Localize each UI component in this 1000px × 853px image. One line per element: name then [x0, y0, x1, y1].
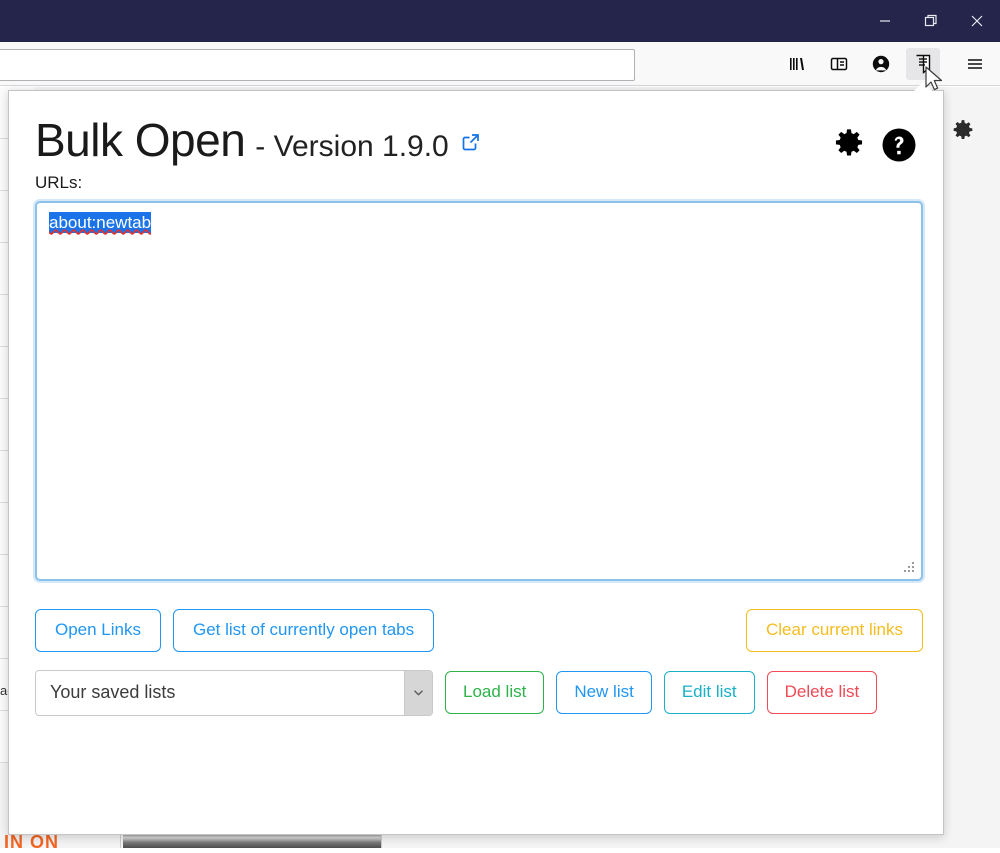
browser-toolbar — [776, 42, 996, 86]
clear-current-links-button[interactable]: Clear current links — [746, 609, 923, 652]
library-icon[interactable] — [780, 48, 814, 80]
urls-textarea[interactable]: about:newtab — [35, 201, 923, 581]
bulk-open-popup: Bulk Open - Version 1.9.0 URLs: about:ne… — [8, 90, 944, 835]
mouse-cursor — [925, 66, 945, 99]
url-input[interactable] — [0, 49, 635, 81]
page-title: Bulk Open — [35, 114, 246, 166]
new-list-button[interactable]: New list — [556, 671, 652, 715]
urls-textarea-wrapper: about:newtab — [35, 201, 923, 581]
popup-header: Bulk Open - Version 1.9.0 — [35, 117, 917, 163]
urls-label: URLs: — [35, 173, 83, 192]
page-gear-icon[interactable] — [950, 118, 976, 144]
get-open-tabs-button[interactable]: Get list of currently open tabs — [173, 609, 435, 652]
window-titlebar — [0, 0, 1000, 42]
edit-list-button[interactable]: Edit list — [663, 671, 755, 715]
gear-icon[interactable] — [831, 127, 867, 163]
minimize-button[interactable] — [862, 0, 908, 42]
load-list-button[interactable]: Load list — [445, 671, 545, 715]
hamburger-menu-icon[interactable] — [958, 48, 992, 80]
urls-textarea-value: about:newtab — [49, 212, 152, 233]
version-label: - Version 1.9.0 — [255, 130, 449, 163]
chevron-down-icon[interactable] — [404, 670, 432, 715]
open-links-button[interactable]: Open Links — [35, 609, 161, 652]
saved-lists-selected-value: Your saved lists — [50, 682, 176, 703]
sidebar-icon[interactable] — [822, 48, 856, 80]
primary-actions-row: Open Links Get list of currently open ta… — [35, 609, 923, 652]
underlying-page-heading: IN ON — [4, 832, 60, 852]
account-icon[interactable] — [864, 48, 898, 80]
restore-button[interactable] — [908, 0, 954, 42]
external-link-icon[interactable] — [461, 132, 481, 157]
textarea-resize-handle[interactable] — [904, 562, 916, 574]
saved-lists-select[interactable]: Your saved lists — [35, 669, 433, 716]
saved-lists-row: Your saved lists Load list New list Edit… — [35, 669, 923, 716]
delete-list-button[interactable]: Delete list — [766, 671, 878, 715]
close-button[interactable] — [954, 0, 1000, 42]
help-circle-icon[interactable] — [881, 127, 917, 163]
